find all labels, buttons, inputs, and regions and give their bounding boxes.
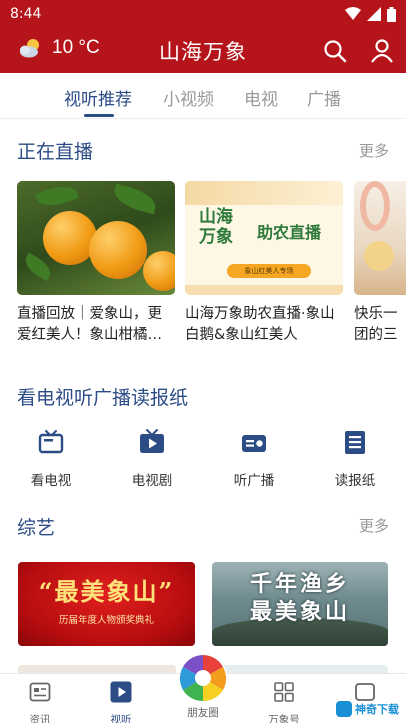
signal-icon [367,7,381,21]
more-live-link[interactable]: 更多 [359,140,389,161]
tab-tv[interactable]: 电视 [244,85,278,110]
live-thumbnail-banner: 山海 万象 助农直播 象山红美人专场 [185,181,343,295]
nav-wanxiang-account[interactable]: 万象号 [254,680,314,723]
live-card[interactable]: 山海 万象 助农直播 象山红美人专场 山海万象助农直播·象山白鹅&象山红美人 [185,181,343,348]
app-header: 10 °C 山海万象 [0,28,406,73]
quick-link-label: 读报纸 [334,473,376,489]
more-variety-link[interactable]: 更多 [359,515,389,536]
quick-link-newspaper[interactable]: 读报纸 [320,428,390,489]
variety-card-awards[interactable]: “最美象山” 历届年度人物颁奖典礼 [18,562,195,646]
watermark-logo-icon [336,701,352,717]
radio-icon [242,435,266,452]
tab-recommended[interactable]: 视听推荐 [64,85,132,110]
variety-card-title-line2: 最美象山 [249,599,350,625]
grid-icon [274,682,294,702]
live-thumbnail-oranges [17,181,175,295]
section-title-media: 看电视听广播读报纸 [17,387,189,409]
live-card[interactable]: 直播回放｜爱象山，更爱红美人！象山柑橘… [17,181,175,348]
quick-link-radio[interactable]: 听广播 [219,428,289,489]
play-icon [110,681,132,703]
search-icon[interactable] [323,39,347,63]
watermark-text: 神奇下载 [355,703,399,716]
status-time: 8:44 [10,6,42,22]
banner-pill: 象山红美人专场 [227,264,311,278]
banner-text-line1: 山海 [199,207,233,227]
nav-audio-video[interactable]: 视听 [91,680,151,723]
nav-label: 万象号 [268,714,300,723]
variety-card-title: “最美象山” [38,577,175,606]
user-icon[interactable] [370,39,394,63]
quick-link-label: 电视剧 [131,473,173,489]
variety-card-subtitle: 历届年度人物颁奖典礼 [58,615,154,626]
tab-radio[interactable]: 广播 [307,85,341,110]
camera-aperture-icon[interactable] [178,653,228,703]
banner-text-right: 助农直播 [257,223,322,242]
nav-label: 视听 [110,714,132,723]
battery-icon [387,6,396,22]
tab-indicator [84,114,114,117]
tv-icon [38,430,64,454]
tab-bar: 视听推荐 小视频 电视 广播 [0,73,406,119]
live-card-caption: 快乐一团的三 [354,306,398,343]
wifi-icon [345,7,361,20]
quick-link-label: 听广播 [233,473,275,489]
tab-short-video[interactable]: 小视频 [163,85,214,110]
quick-link-tv-series[interactable]: 电视剧 [117,428,187,489]
live-card[interactable]: 快乐一团的三 [354,181,406,348]
news-icon [29,682,51,702]
watermark: 神奇下载 [336,696,406,722]
nav-label: 资讯 [29,714,51,723]
live-card-caption: 山海万象助农直播·象山白鹅&象山红美人 [185,306,335,343]
quick-link-tv[interactable]: 看电视 [16,428,86,489]
nav-news[interactable]: 资讯 [10,680,70,723]
section-title-variety: 综艺 [17,517,56,539]
tv-play-icon [140,429,164,453]
variety-card-title-line1: 千年渔乡 [249,571,350,597]
newspaper-icon [345,431,365,454]
nav-label[interactable]: 朋友圈 [178,705,228,720]
section-title-live: 正在直播 [17,141,94,163]
live-card-caption: 直播回放｜爱象山，更爱红美人！象山柑橘… [17,306,162,343]
quick-link-label: 看电视 [30,473,72,489]
live-thumbnail-partial [354,181,406,295]
status-bar: 8:44 [0,0,406,28]
variety-card-fishing-village[interactable]: 千年渔乡 最美象山 [212,562,388,646]
banner-text-line2: 万象 [199,227,233,247]
